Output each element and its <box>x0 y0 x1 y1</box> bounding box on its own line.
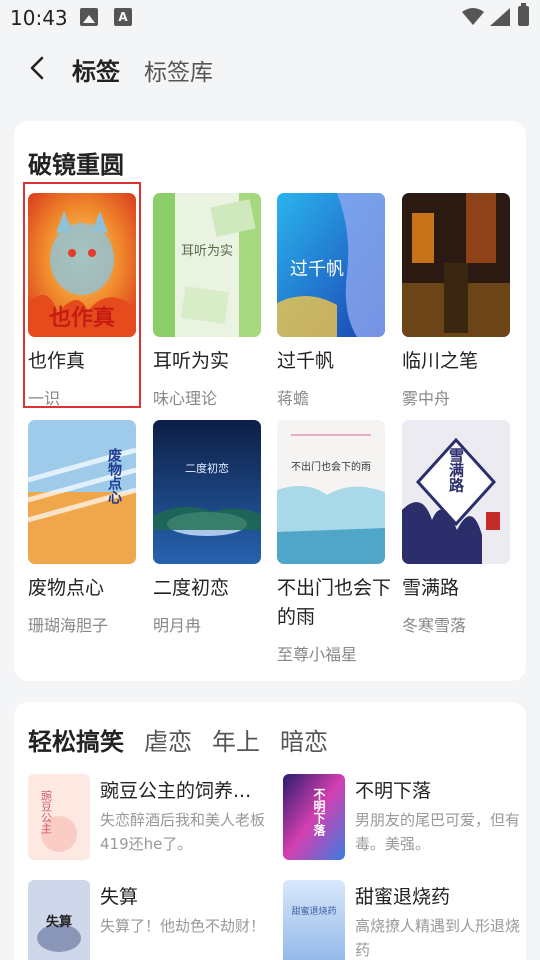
item-title[interactable]: 不明下落 <box>355 776 523 803</box>
book-cover[interactable]: 废物点心 <box>28 420 136 564</box>
book-title[interactable]: 二度初恋 <box>153 574 271 603</box>
book-cover[interactable]: 甜蜜退烧药 <box>283 880 345 960</box>
list-item[interactable]: 失算 失算 失算了！他劫色不劫财！ <box>28 880 278 960</box>
book-title[interactable]: 也作真 <box>28 347 146 376</box>
book-title[interactable]: 不出门也会下的雨 <box>277 574 395 632</box>
font-notification-icon: A <box>114 8 132 26</box>
cover-title: 也作真 <box>49 305 115 331</box>
list-item[interactable]: 豌豆公主 豌豆公主的饲养... 失恋醉酒后我和美人老板419还he了。 <box>28 774 278 870</box>
tab-category-angst[interactable]: 虐恋 <box>144 722 192 757</box>
tab-category-older[interactable]: 年上 <box>212 722 260 757</box>
cover-title: 甜蜜退烧药 <box>291 905 336 917</box>
item-description: 失恋醉酒后我和美人老板419还he了。 <box>100 811 266 853</box>
book-cover[interactable]: 豌豆公主 <box>28 774 90 860</box>
wifi-icon <box>462 8 484 25</box>
list-item[interactable]: 不明下落 不明下落 男朋友的尾巴可爱，但有毒。美强。 <box>283 774 533 870</box>
cover-title: 豌豆公主 <box>40 789 53 834</box>
book-cover[interactable]: 雪满路 <box>402 420 510 564</box>
cover-title: 耳听为实 <box>181 244 233 259</box>
tab-tags[interactable]: 标签 <box>72 52 120 87</box>
section-title: 破镜重圆 <box>28 151 124 179</box>
cover-title: 过千帆 <box>290 259 344 280</box>
book-author: 冬寒雪落 <box>402 616 467 635</box>
image-notification-icon <box>80 8 98 26</box>
book-cover[interactable]: 耳听为实 <box>153 193 261 337</box>
cover-title: 雪满路 <box>447 448 465 493</box>
book-author: 蒋蟾 <box>277 389 310 408</box>
book-cover[interactable]: 失算 <box>28 880 90 960</box>
book-cover[interactable]: 不明下落 <box>283 774 345 860</box>
book-author: 雾中舟 <box>402 389 451 408</box>
item-description: 高烧撩人精遇到人形退烧药 <box>355 917 521 959</box>
category-section-card: 轻松搞笑 虐恋 年上 暗恋 豌豆公主 豌豆公主的饲养... 失恋醉酒后我和美人老… <box>14 702 526 960</box>
status-time: 10:43 <box>10 6 68 30</box>
book-author: 至尊小福星 <box>277 645 358 664</box>
book-title[interactable]: 雪满路 <box>402 574 520 603</box>
book-cover[interactable]: 也作真 <box>28 193 136 337</box>
cover-title: 不出门也会下的雨 <box>291 460 371 473</box>
item-description: 男朋友的尾巴可爱，但有毒。美强。 <box>355 811 521 853</box>
tab-category-secret-love[interactable]: 暗恋 <box>280 722 328 757</box>
cover-title: 失算 <box>46 914 72 930</box>
item-title[interactable]: 甜蜜退烧药 <box>355 882 523 909</box>
top-bar: 标签 标签库 <box>0 36 540 100</box>
book-title[interactable]: 临川之笔 <box>402 347 520 376</box>
status-bar: 10:43 A <box>0 0 540 36</box>
tab-tag-library[interactable]: 标签库 <box>144 53 213 87</box>
cover-title: 废物点心 <box>106 447 122 505</box>
cover-title: 二度初恋 <box>185 461 229 475</box>
signal-icon <box>490 8 510 26</box>
book-cover[interactable] <box>402 193 510 337</box>
book-author: 珊瑚海胆子 <box>28 616 109 635</box>
book-author: 明月冉 <box>153 616 202 635</box>
item-description: 失算了！他劫色不劫财！ <box>100 917 266 935</box>
back-arrow-icon[interactable] <box>24 54 52 82</box>
cover-title: 不明下落 <box>312 788 326 837</box>
book-title[interactable]: 废物点心 <box>28 574 146 603</box>
book-cover[interactable]: 二度初恋 <box>153 420 261 564</box>
list-item[interactable]: 甜蜜退烧药 甜蜜退烧药 高烧撩人精遇到人形退烧药 <box>283 880 533 960</box>
book-cover[interactable]: 不出门也会下的雨 <box>277 420 385 564</box>
book-author: 一识 <box>28 389 61 408</box>
battery-icon <box>518 3 529 26</box>
book-author: 味心理论 <box>153 389 218 408</box>
tag-section-card: 破镜重圆 也作真 也作真 一识 耳听为实 耳听为实 味心理论 过千帆 过千帆 蒋… <box>14 121 526 681</box>
book-title[interactable]: 耳听为实 <box>153 347 271 376</box>
item-title[interactable]: 豌豆公主的饲养... <box>100 776 268 803</box>
tab-category-funny[interactable]: 轻松搞笑 <box>28 722 124 757</box>
book-cover[interactable]: 过千帆 <box>277 193 385 337</box>
item-title[interactable]: 失算 <box>100 882 268 909</box>
book-title[interactable]: 过千帆 <box>277 347 395 376</box>
